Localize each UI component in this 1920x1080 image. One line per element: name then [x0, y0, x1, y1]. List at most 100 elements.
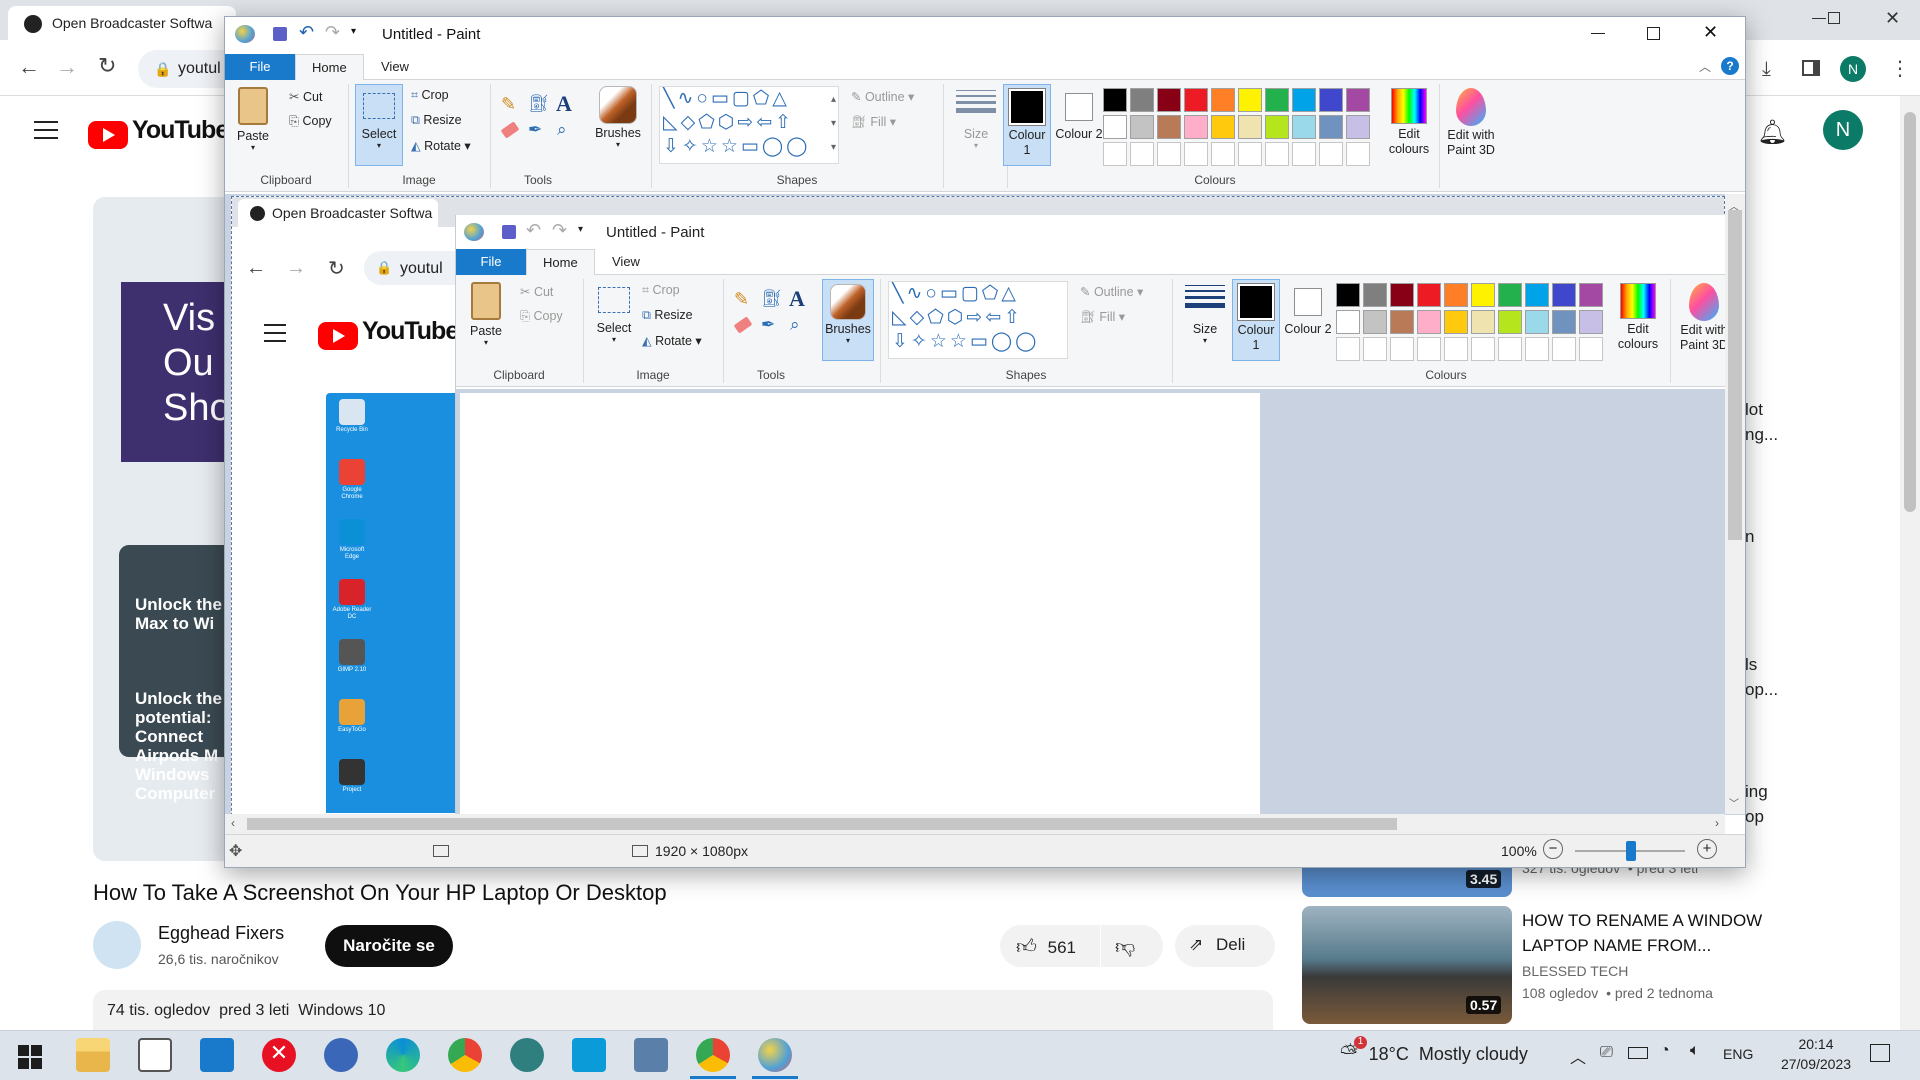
forward-icon[interactable]: → [56, 54, 78, 80]
crop-button[interactable]: ⌗ Crop [411, 88, 449, 103]
select-button[interactable]: Select ▾ [355, 84, 403, 166]
vertical-scrollbar[interactable]: ︿ ﹀ [1725, 194, 1745, 814]
pencil-icon[interactable]: ✎ [501, 94, 516, 115]
browser-menu-icon[interactable]: ⋮ [1890, 56, 1910, 81]
brushes-button[interactable]: Brushes ▾ [591, 84, 645, 166]
copy-button[interactable]: ⎘ Copy [289, 114, 332, 129]
channel-name[interactable]: Egghead Fixers [158, 923, 284, 944]
colour-swatch[interactable] [1292, 115, 1316, 139]
custom-colour-slot[interactable] [1265, 142, 1289, 166]
colour-swatch[interactable] [1184, 115, 1208, 139]
zoom-slider-thumb[interactable] [1626, 841, 1636, 861]
colour-swatch[interactable] [1211, 88, 1235, 112]
paint-taskbar-icon[interactable] [758, 1038, 792, 1072]
youtube-logo[interactable]: YouTubeSI [88, 116, 241, 149]
microsoft-store-icon[interactable] [138, 1038, 172, 1072]
clock-time[interactable]: 20:14 [1786, 1036, 1846, 1052]
colour2-button[interactable]: Colour 2 [1055, 84, 1103, 166]
custom-colour-slot[interactable] [1211, 142, 1235, 166]
custom-colour-slot[interactable] [1238, 142, 1262, 166]
description-box[interactable]: 74 tis. ogledov pred 3 leti Windows 10 [93, 990, 1273, 1030]
custom-colour-slot[interactable] [1184, 142, 1208, 166]
browser-tab[interactable]: Open Broadcaster Softwa [8, 6, 236, 40]
back-icon[interactable]: ← [18, 54, 40, 80]
colour-swatch[interactable] [1130, 88, 1154, 112]
undo-icon[interactable]: ↶ [299, 22, 314, 43]
tab-home[interactable]: Home [295, 54, 364, 80]
reload-icon[interactable]: ↻ [98, 53, 116, 79]
edit-colours-button[interactable]: Edit colours [1381, 84, 1437, 166]
weather-widget[interactable]: ⛅︎ 1 18°C Mostly cloudy [1340, 1036, 1528, 1070]
colour-swatch[interactable] [1103, 88, 1127, 112]
custom-colour-slot[interactable] [1130, 142, 1154, 166]
file-explorer-icon[interactable] [76, 1038, 110, 1072]
minimize-icon[interactable] [1812, 18, 1826, 19]
close-app-icon[interactable]: ✕ [262, 1038, 296, 1072]
zoom-in-icon[interactable]: + [1697, 839, 1717, 859]
colour1-button[interactable]: Colour 1 [1003, 84, 1051, 166]
restore-icon[interactable] [1828, 12, 1840, 24]
magnifier-icon[interactable]: ⌕ [557, 120, 567, 140]
download-icon[interactable]: ⤓ [1762, 58, 1771, 81]
subscribe-button[interactable]: Naročite se [325, 925, 453, 967]
outline-button[interactable]: ✎ Outline ▾ [851, 89, 914, 104]
wifi-icon[interactable]: ◔ [1660, 1042, 1670, 1060]
resize-button[interactable]: ⧉ Resize [411, 113, 462, 128]
share-button[interactable]: ⇗ Deli [1175, 925, 1275, 967]
horizontal-scrollbar[interactable]: ‹ › [225, 814, 1725, 834]
colour-swatch[interactable] [1238, 115, 1262, 139]
size-button[interactable]: Size ▾ [949, 86, 1003, 166]
account-avatar[interactable]: N [1823, 110, 1863, 150]
chrome-icon[interactable] [448, 1038, 482, 1072]
quick-access-dropdown-icon[interactable]: ▾ [351, 26, 356, 37]
mail-icon[interactable] [200, 1038, 234, 1072]
fill-bucket-icon[interactable]: ⛽︎ [528, 94, 550, 114]
minimize-icon[interactable] [1591, 33, 1605, 34]
notification-center-icon[interactable] [1870, 1044, 1890, 1062]
redo-icon[interactable]: ↷ [325, 22, 340, 43]
show-hidden-icons[interactable]: ︿ [1570, 1044, 1586, 1068]
shapes-scroll-icon[interactable]: ▴ ▾ ▾ [831, 88, 836, 160]
edge-icon[interactable] [386, 1038, 420, 1072]
text-icon[interactable]: A [556, 91, 572, 117]
colour-swatch[interactable] [1265, 115, 1289, 139]
close-icon[interactable]: ✕ [1703, 22, 1718, 43]
colour-swatch[interactable] [1346, 115, 1370, 139]
color-picker-icon[interactable]: ✒ [528, 120, 542, 140]
volume-icon[interactable]: 🔈︎ [1690, 1042, 1700, 1060]
maximize-icon[interactable] [1647, 27, 1660, 40]
video-player[interactable]: Vis Ou Sho Unlock the Max to Wi Unlock t… [93, 197, 233, 861]
colour-swatch[interactable] [1103, 115, 1127, 139]
battery-icon[interactable] [1628, 1047, 1648, 1059]
colour-swatch[interactable] [1265, 88, 1289, 112]
colour-swatch[interactable] [1238, 88, 1262, 112]
hamburger-menu-icon[interactable] [34, 121, 58, 139]
colour-swatch[interactable] [1184, 88, 1208, 112]
custom-colour-slot[interactable] [1292, 142, 1316, 166]
sidepanel-icon[interactable] [1802, 60, 1820, 76]
cut-button[interactable]: ✂ Cut [289, 89, 322, 104]
paint3d-button[interactable]: Edit with Paint 3D [1441, 84, 1501, 166]
save-icon[interactable] [273, 27, 287, 41]
eraser-icon[interactable] [500, 121, 520, 139]
language-indicator[interactable]: ENG [1723, 1046, 1753, 1062]
paste-button[interactable]: Paste ▾ [231, 85, 275, 165]
custom-colour-slot[interactable] [1346, 142, 1370, 166]
help-icon[interactable]: ? [1721, 57, 1739, 75]
zoom-out-icon[interactable]: − [1543, 839, 1563, 859]
collapse-ribbon-icon[interactable]: ︿ [1699, 58, 1711, 75]
cortana-app-icon[interactable] [510, 1038, 544, 1072]
shapes-gallery[interactable]: ╲∿○▭▢⬠△ ◺◇⬠⬡⇨⇦⇧ ⇩✧☆☆▭◯◯ [659, 86, 839, 164]
tab-view[interactable]: View [365, 54, 425, 80]
custom-colour-slot[interactable] [1319, 142, 1343, 166]
colour-swatch[interactable] [1157, 88, 1181, 112]
chrome-profile-avatar[interactable]: N [1840, 56, 1866, 82]
dislike-button[interactable]: 👎︎ [1101, 925, 1163, 967]
colour-swatch[interactable] [1346, 88, 1370, 112]
custom-colour-slot[interactable] [1157, 142, 1181, 166]
fill-button[interactable]: ⛽︎ Fill ▾ [851, 114, 896, 130]
colour-swatch[interactable] [1130, 115, 1154, 139]
network-app-icon[interactable] [634, 1038, 668, 1072]
page-scrollbar[interactable] [1900, 96, 1920, 1030]
notifications-icon[interactable]: 🔔︎ [1757, 118, 1787, 147]
